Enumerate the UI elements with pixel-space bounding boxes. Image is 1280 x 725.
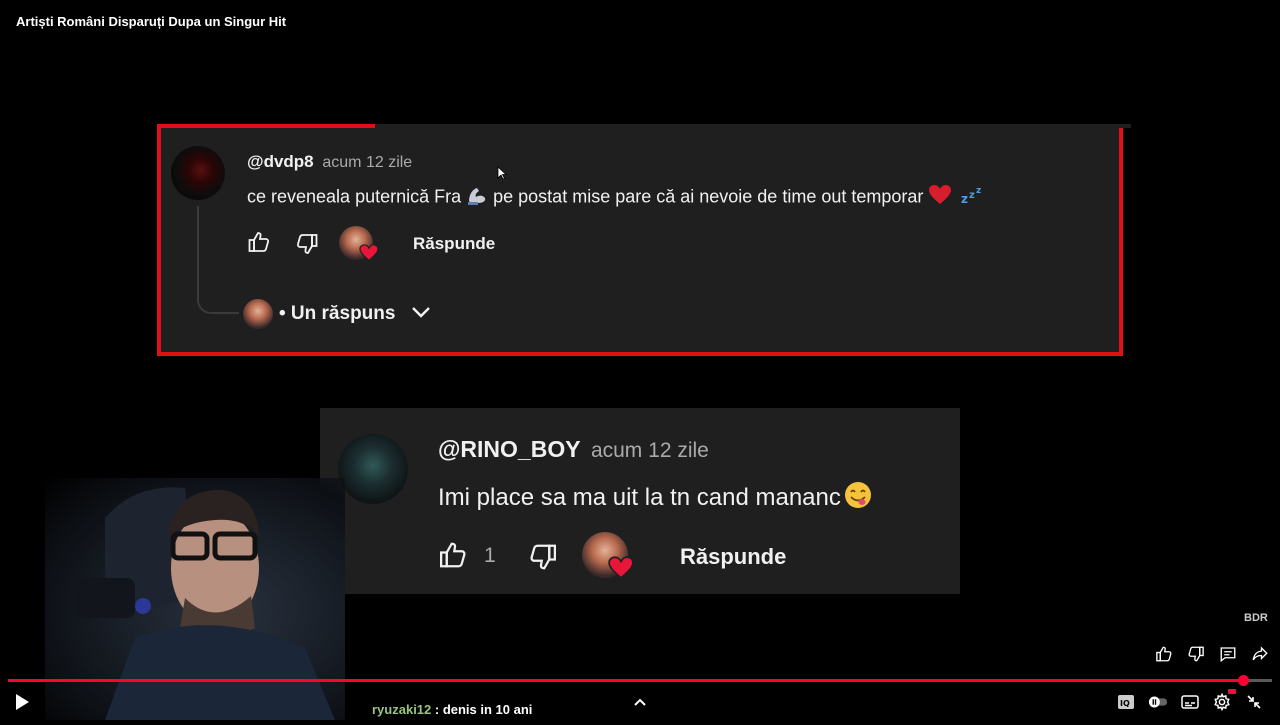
view-replies-button[interactable]: • Un răspuns: [243, 296, 433, 332]
exit-fullscreen-button[interactable]: [1244, 692, 1264, 712]
red-heart-emoji-icon: [928, 184, 952, 211]
chat-username: ryuzaki12: [372, 702, 432, 717]
channel-watermark: BDR: [1244, 612, 1268, 624]
svg-text:z: z: [976, 186, 981, 196]
comment-card: @RINO_BOY acum 12 zile Imi place sa ma u…: [320, 408, 960, 594]
player-controls: ryuzaki12 : denis in 10 ani IQ: [0, 684, 1280, 720]
quality-badge-button[interactable]: IQ: [1116, 692, 1136, 712]
comment-text-body: Imi place sa ma uit la tn cand mananc: [438, 483, 841, 511]
overlay-actions: [1152, 642, 1272, 666]
comment-text-part2: pe postat mise pare că ai nevoie de time…: [493, 186, 929, 207]
comment-time[interactable]: acum 12 zile: [322, 154, 412, 171]
dislike-icon[interactable]: [528, 542, 558, 577]
comment-text-part1: ce reveneala puternică Fra: [247, 186, 467, 207]
play-button[interactable]: [12, 692, 32, 712]
progress-played: [8, 679, 1243, 682]
settings-button[interactable]: [1212, 689, 1236, 712]
thumbs-up-icon: [1156, 646, 1172, 662]
reply-author-avatar: [243, 299, 273, 329]
highlighted-comment-card: @dvdp8 acum 12 zile ce reveneala puterni…: [157, 124, 1131, 356]
flexed-biceps-emoji-icon: [466, 185, 488, 210]
comment-header: @dvdp8 acum 12 zile: [247, 152, 412, 172]
commenter-avatar[interactable]: [171, 146, 225, 200]
like-video-button[interactable]: [1152, 642, 1176, 666]
dislike-video-button[interactable]: [1184, 642, 1208, 666]
exit-fullscreen-icon: [1247, 695, 1261, 709]
zzz-emoji-icon: zzz: [961, 185, 985, 210]
creator-heart-badge: [339, 224, 379, 264]
comment-icon: [1220, 647, 1236, 663]
autoplay-toggle[interactable]: [1148, 692, 1168, 712]
chat-overlay: ryuzaki12 : denis in 10 ani: [372, 702, 532, 717]
subtitles-icon: [1181, 695, 1199, 709]
comment-username[interactable]: @RINO_BOY: [438, 436, 581, 462]
hd-badge: [1228, 689, 1236, 694]
share-button[interactable]: [1248, 642, 1272, 666]
chevron-down-icon[interactable]: [409, 300, 433, 329]
svg-text:IQ: IQ: [1120, 699, 1130, 708]
progress-bar[interactable]: [8, 675, 1272, 686]
autoplay-icon: [1148, 696, 1168, 708]
subtitles-button[interactable]: [1180, 692, 1200, 712]
svg-text:z: z: [969, 190, 975, 201]
play-icon: [16, 694, 29, 710]
hq-icon: IQ: [1118, 695, 1134, 709]
chevron-up-icon[interactable]: [632, 694, 648, 715]
like-icon[interactable]: [247, 230, 271, 259]
reply-button[interactable]: Răspunde: [413, 234, 495, 254]
thumbs-down-icon: [1188, 646, 1204, 662]
share-icon: [1252, 646, 1268, 661]
dislike-icon[interactable]: [295, 232, 319, 261]
creator-heart-badge: [582, 530, 638, 584]
thread-line: [197, 206, 239, 314]
gear-icon: [1214, 693, 1230, 711]
right-controls: IQ: [1116, 689, 1264, 712]
replies-count-label[interactable]: • Un răspuns: [279, 303, 395, 325]
yum-emoji-icon: [843, 480, 873, 517]
video-title: Artiști Români Disparuți Dupa un Singur …: [16, 14, 287, 29]
comment-time[interactable]: acum 12 zile: [591, 439, 709, 462]
mouse-cursor-icon: [497, 166, 508, 185]
svg-text:z: z: [961, 192, 968, 205]
comment-username[interactable]: @dvdp8: [247, 152, 314, 171]
heart-icon: [359, 244, 379, 267]
reply-button[interactable]: Răspunde: [680, 544, 786, 570]
heart-icon: [608, 556, 634, 585]
like-icon[interactable]: [438, 540, 468, 575]
comments-button[interactable]: [1216, 642, 1240, 666]
comment-text: ce reveneala puternică Fra pe postat mis…: [247, 184, 985, 211]
border-gap: [375, 124, 1131, 128]
comment-header: @RINO_BOY acum 12 zile: [438, 436, 709, 463]
comment-text: Imi place sa ma uit la tn cand mananc: [438, 480, 873, 517]
commenter-avatar[interactable]: [338, 434, 408, 504]
like-count: 1: [484, 544, 496, 567]
chat-message: : denis in 10 ani: [431, 702, 533, 717]
